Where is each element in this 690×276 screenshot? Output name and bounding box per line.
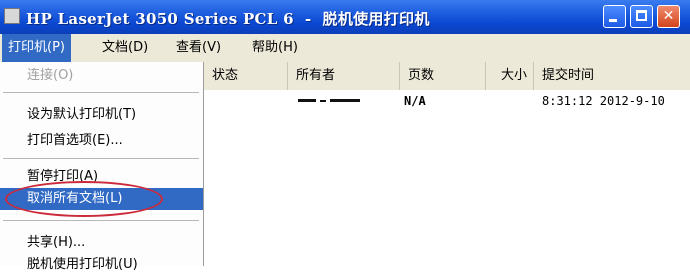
printer-icon	[4, 8, 20, 24]
column-submitted[interactable]: 提交时间	[534, 62, 690, 90]
owner-name-obscured	[298, 99, 362, 103]
minimize-icon	[609, 19, 617, 22]
menu-item-connect[interactable]: 连接(O)	[0, 65, 203, 87]
minimize-button[interactable]	[603, 5, 626, 28]
close-icon: ✕	[662, 8, 675, 24]
menu-item-preferences[interactable]: 打印首选项(E)...	[0, 130, 203, 152]
menu-view[interactable]: 查看(V)	[170, 34, 227, 62]
annotation-circle	[5, 181, 163, 217]
printer-menu-dropdown: 连接(O) 设为默认打印机(T) 打印首选项(E)... 暂停打印(A) 取消所…	[0, 62, 204, 272]
maximize-button[interactable]	[630, 5, 653, 28]
menu-item-sharing[interactable]: 共享(H)...	[0, 232, 203, 254]
column-owner[interactable]: 所有者	[288, 62, 400, 90]
job-list-header: 状态 所有者 页数 大小 提交时间	[204, 62, 690, 90]
submitted-cell: 8:31:12 2012-9-10	[542, 94, 665, 108]
column-pages[interactable]: 页数	[400, 62, 486, 90]
menu-bar: 打印机(P) 文档(D) 查看(V) 帮助(H)	[0, 34, 690, 63]
menu-separator	[3, 158, 199, 159]
menu-item-use-offline[interactable]: 脱机使用打印机(U)	[0, 254, 203, 276]
menu-separator	[3, 92, 199, 93]
column-status[interactable]: 状态	[204, 62, 288, 90]
window-title: HP LaserJet 3050 Series PCL 6 - 脱机使用打印机	[26, 10, 430, 28]
pages-cell: N/A	[404, 94, 426, 108]
menu-item-set-default[interactable]: 设为默认打印机(T)	[0, 104, 203, 126]
title-bar[interactable]: HP LaserJet 3050 Series PCL 6 - 脱机使用打印机 …	[0, 0, 690, 34]
owner-cell	[296, 90, 386, 112]
column-size[interactable]: 大小	[486, 62, 534, 90]
menu-help[interactable]: 帮助(H)	[246, 34, 304, 62]
menu-document[interactable]: 文档(D)	[96, 34, 154, 62]
maximize-icon	[636, 10, 647, 21]
menu-separator	[3, 220, 199, 221]
table-row[interactable]: N/A 8:31:12 2012-9-10	[204, 90, 690, 112]
menu-printer[interactable]: 打印机(P)	[2, 34, 71, 62]
close-button[interactable]: ✕	[657, 5, 680, 28]
